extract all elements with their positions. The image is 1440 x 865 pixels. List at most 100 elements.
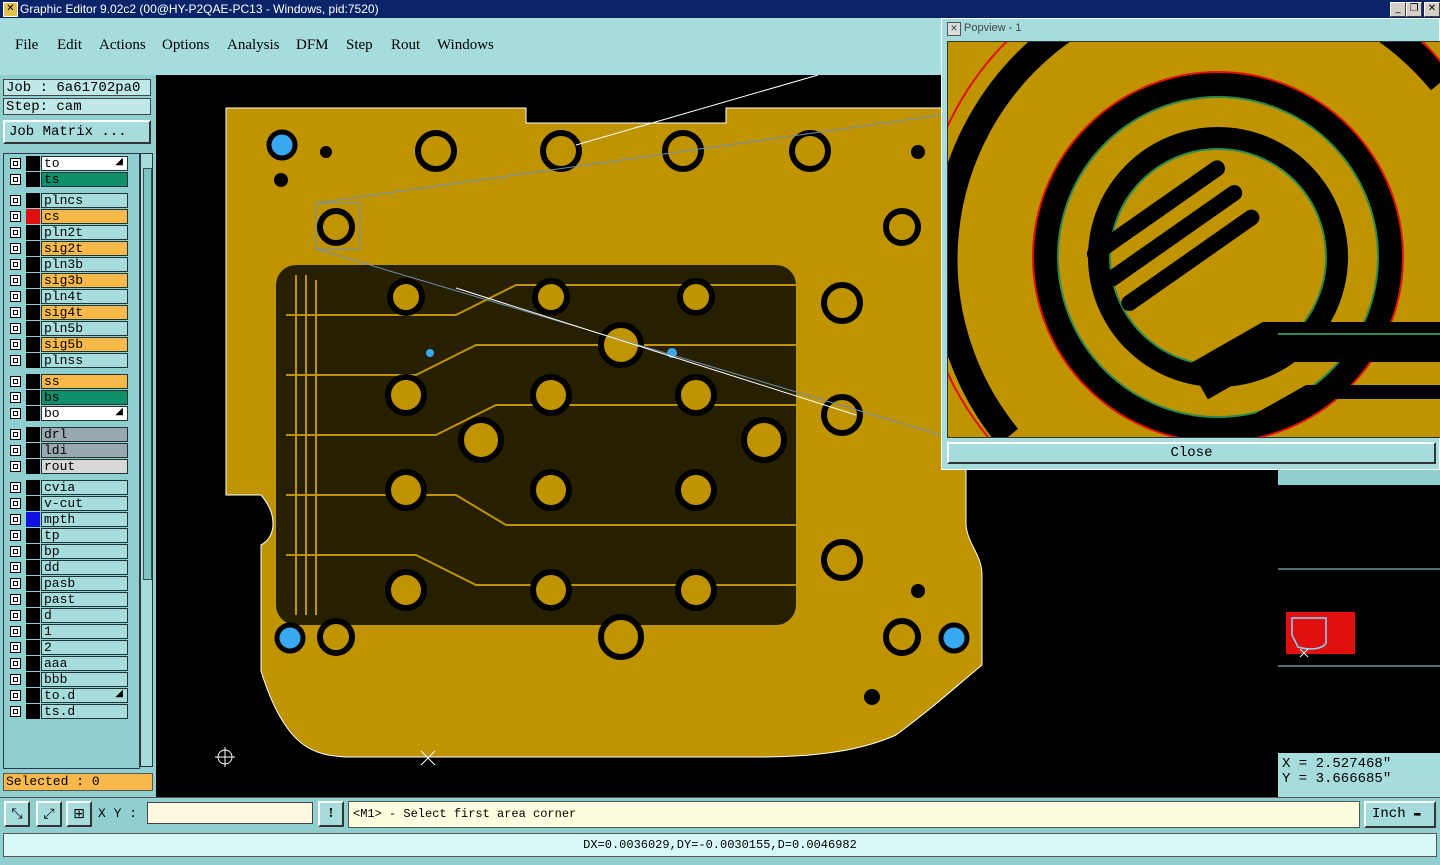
- layer-checkbox[interactable]: [10, 690, 21, 701]
- layer-row-bbb[interactable]: bbb: [4, 672, 139, 687]
- scrollbar-thumb[interactable]: [143, 168, 152, 580]
- layer-name[interactable]: cvia: [41, 480, 128, 495]
- layer-name[interactable]: mpth: [41, 512, 128, 527]
- layer-color-swatch[interactable]: [26, 528, 40, 543]
- menu-file[interactable]: File: [15, 37, 38, 54]
- layer-name[interactable]: past: [41, 592, 128, 607]
- layer-row-bo[interactable]: bo ◢: [4, 406, 139, 421]
- layer-checkbox[interactable]: [10, 626, 21, 637]
- layer-checkbox[interactable]: [10, 514, 21, 525]
- layer-row-dd[interactable]: dd: [4, 560, 139, 575]
- layer-checkbox[interactable]: [10, 376, 21, 387]
- layer-checkbox[interactable]: [10, 355, 21, 366]
- layer-color-swatch[interactable]: [26, 640, 40, 655]
- layer-name[interactable]: plncs: [41, 193, 128, 208]
- layer-color-swatch[interactable]: [26, 624, 40, 639]
- close-window-icon[interactable]: ✕: [1424, 2, 1440, 17]
- layer-name[interactable]: pln3b: [41, 257, 128, 272]
- layer-checkbox[interactable]: [10, 307, 21, 318]
- layer-row-ss[interactable]: ss: [4, 374, 139, 389]
- layer-name[interactable]: ldi: [41, 443, 128, 458]
- layer-name[interactable]: bs: [41, 390, 128, 405]
- layer-color-swatch[interactable]: [26, 156, 40, 171]
- layer-color-swatch[interactable]: [26, 289, 40, 304]
- layer-row-tp[interactable]: tp: [4, 528, 139, 543]
- layer-name[interactable]: sig2t: [41, 241, 128, 256]
- layer-row-cvia[interactable]: cvia: [4, 480, 139, 495]
- layer-row-drl[interactable]: drl: [4, 427, 139, 442]
- layer-color-swatch[interactable]: [26, 560, 40, 575]
- layer-checkbox[interactable]: [10, 392, 21, 403]
- minimize-icon[interactable]: _: [1390, 2, 1406, 17]
- layer-row-aaa[interactable]: aaa: [4, 656, 139, 671]
- layer-checkbox[interactable]: [10, 658, 21, 669]
- layer-name[interactable]: tp: [41, 528, 128, 543]
- layer-row-pln4t[interactable]: pln4t: [4, 289, 139, 304]
- layer-name[interactable]: sig4t: [41, 305, 128, 320]
- layer-row-2[interactable]: 2: [4, 640, 139, 655]
- menu-windows[interactable]: Windows: [437, 37, 494, 54]
- layer-checkbox[interactable]: [10, 408, 21, 419]
- layer-color-swatch[interactable]: [26, 496, 40, 511]
- layer-checkbox[interactable]: [10, 323, 21, 334]
- layer-checkbox[interactable]: [10, 339, 21, 350]
- popview-close-button[interactable]: Close: [947, 442, 1436, 464]
- layer-name[interactable]: pasb: [41, 576, 128, 591]
- layer-color-swatch[interactable]: [26, 390, 40, 405]
- layer-checkbox[interactable]: [10, 227, 21, 238]
- layer-name[interactable]: aaa: [41, 656, 128, 671]
- layer-color-swatch[interactable]: [26, 172, 40, 187]
- layer-row-ldi[interactable]: ldi: [4, 443, 139, 458]
- layer-color-swatch[interactable]: [26, 337, 40, 352]
- layer-color-swatch[interactable]: [26, 608, 40, 623]
- layer-row-cs[interactable]: cs: [4, 209, 139, 224]
- layer-color-swatch[interactable]: [26, 443, 40, 458]
- menu-actions[interactable]: Actions: [99, 37, 146, 54]
- layer-color-swatch[interactable]: [26, 427, 40, 442]
- menu-analysis[interactable]: Analysis: [227, 37, 280, 54]
- popview-canvas[interactable]: [947, 41, 1440, 438]
- layer-color-swatch[interactable]: [26, 193, 40, 208]
- layer-row-plncs[interactable]: plncs: [4, 193, 139, 208]
- layer-row-d[interactable]: d: [4, 608, 139, 623]
- layer-checkbox[interactable]: [10, 174, 21, 185]
- layer-color-swatch[interactable]: [26, 353, 40, 368]
- layer-color-swatch[interactable]: [26, 257, 40, 272]
- layer-color-swatch[interactable]: [26, 544, 40, 559]
- layer-row-sig5b[interactable]: sig5b: [4, 337, 139, 352]
- layer-checkbox[interactable]: [10, 706, 21, 717]
- layer-row-v-cut[interactable]: v-cut: [4, 496, 139, 511]
- layer-color-swatch[interactable]: [26, 576, 40, 591]
- layer-row-pln5b[interactable]: pln5b: [4, 321, 139, 336]
- layer-name[interactable]: rout: [41, 459, 128, 474]
- layer-checkbox[interactable]: [10, 610, 21, 621]
- layer-checkbox[interactable]: [10, 429, 21, 440]
- layer-row-pasb[interactable]: pasb: [4, 576, 139, 591]
- measure-icon[interactable]: ⤢: [36, 801, 62, 827]
- layer-name[interactable]: dd: [41, 560, 128, 575]
- layer-name[interactable]: bp: [41, 544, 128, 559]
- layer-color-swatch[interactable]: [26, 305, 40, 320]
- layer-checkbox[interactable]: [10, 642, 21, 653]
- layer-color-swatch[interactable]: [26, 656, 40, 671]
- layer-checkbox[interactable]: [10, 594, 21, 605]
- layer-checkbox[interactable]: [10, 498, 21, 509]
- layer-color-swatch[interactable]: [26, 225, 40, 240]
- layer-checkbox[interactable]: [10, 482, 21, 493]
- layer-color-swatch[interactable]: [26, 459, 40, 474]
- layer-name[interactable]: pln5b: [41, 321, 128, 336]
- menu-dfm[interactable]: DFM: [296, 37, 329, 54]
- menu-rout[interactable]: Rout: [391, 37, 420, 54]
- layer-color-swatch[interactable]: [26, 209, 40, 224]
- layer-name[interactable]: cs: [41, 209, 128, 224]
- layer-checkbox[interactable]: [10, 461, 21, 472]
- layer-row-pln3b[interactable]: pln3b: [4, 257, 139, 272]
- layer-color-swatch[interactable]: [26, 704, 40, 719]
- layer-name[interactable]: d: [41, 608, 128, 623]
- layer-checkbox[interactable]: [10, 259, 21, 270]
- layer-row-ts-d[interactable]: ts.d: [4, 704, 139, 719]
- job-matrix-button[interactable]: Job Matrix ...: [3, 120, 151, 144]
- layer-color-swatch[interactable]: [26, 480, 40, 495]
- layer-name[interactable]: 1: [41, 624, 128, 639]
- layer-name[interactable]: sig3b: [41, 273, 128, 288]
